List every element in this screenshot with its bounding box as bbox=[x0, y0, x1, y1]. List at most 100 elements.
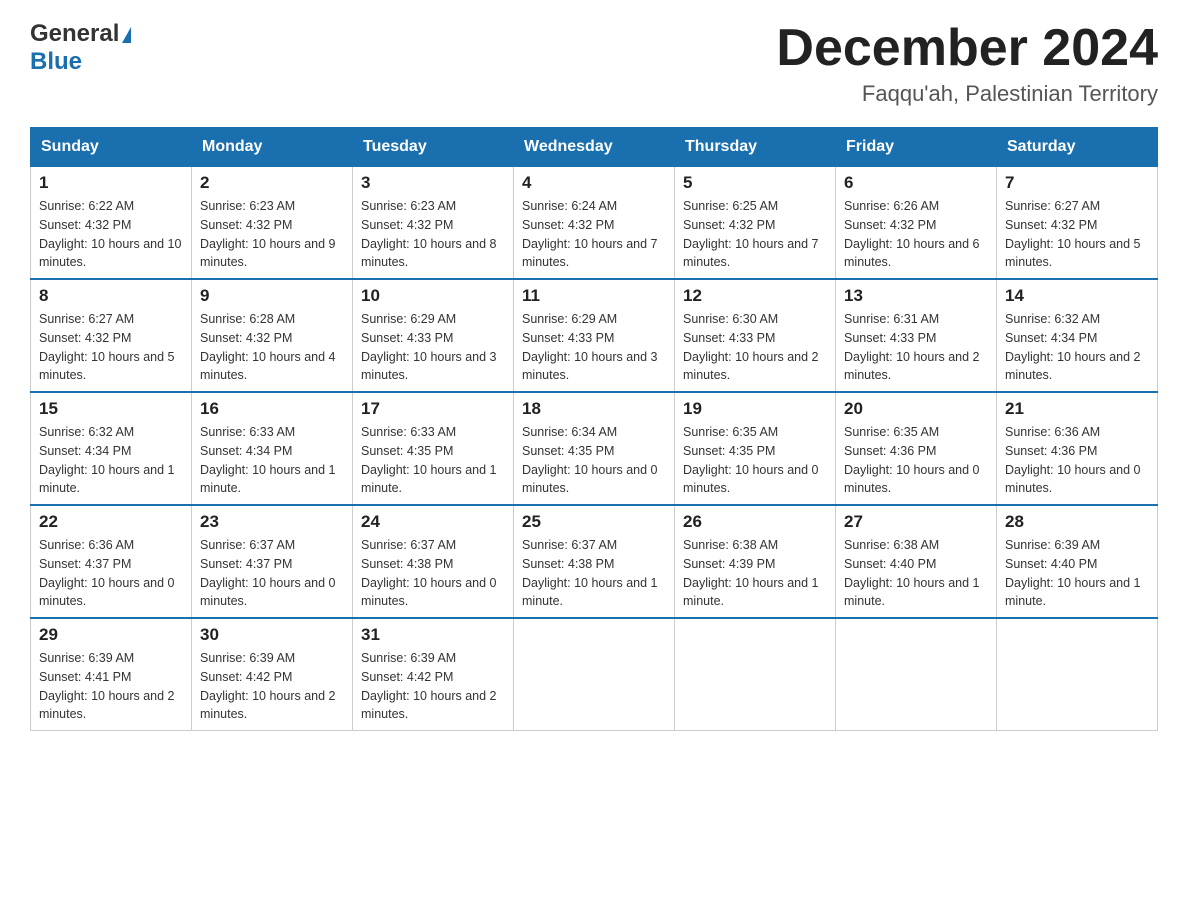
col-tuesday: Tuesday bbox=[353, 128, 514, 167]
day-info: Sunrise: 6:37 AMSunset: 4:37 PMDaylight:… bbox=[200, 536, 344, 611]
table-row: 12 Sunrise: 6:30 AMSunset: 4:33 PMDaylig… bbox=[675, 279, 836, 392]
day-info: Sunrise: 6:37 AMSunset: 4:38 PMDaylight:… bbox=[522, 536, 666, 611]
day-info: Sunrise: 6:26 AMSunset: 4:32 PMDaylight:… bbox=[844, 197, 988, 272]
table-row: 21 Sunrise: 6:36 AMSunset: 4:36 PMDaylig… bbox=[997, 392, 1158, 505]
day-info: Sunrise: 6:29 AMSunset: 4:33 PMDaylight:… bbox=[522, 310, 666, 385]
day-info: Sunrise: 6:36 AMSunset: 4:36 PMDaylight:… bbox=[1005, 423, 1149, 498]
day-number: 18 bbox=[522, 399, 666, 419]
day-number: 10 bbox=[361, 286, 505, 306]
table-row: 3 Sunrise: 6:23 AMSunset: 4:32 PMDayligh… bbox=[353, 167, 514, 280]
table-row: 8 Sunrise: 6:27 AMSunset: 4:32 PMDayligh… bbox=[31, 279, 192, 392]
day-info: Sunrise: 6:38 AMSunset: 4:40 PMDaylight:… bbox=[844, 536, 988, 611]
day-info: Sunrise: 6:33 AMSunset: 4:35 PMDaylight:… bbox=[361, 423, 505, 498]
table-row: 14 Sunrise: 6:32 AMSunset: 4:34 PMDaylig… bbox=[997, 279, 1158, 392]
day-info: Sunrise: 6:27 AMSunset: 4:32 PMDaylight:… bbox=[1005, 197, 1149, 272]
day-number: 30 bbox=[200, 625, 344, 645]
day-number: 12 bbox=[683, 286, 827, 306]
table-row: 4 Sunrise: 6:24 AMSunset: 4:32 PMDayligh… bbox=[514, 167, 675, 280]
col-friday: Friday bbox=[836, 128, 997, 167]
day-number: 6 bbox=[844, 173, 988, 193]
logo-general-text: General bbox=[30, 20, 119, 48]
day-number: 28 bbox=[1005, 512, 1149, 532]
day-number: 31 bbox=[361, 625, 505, 645]
day-number: 29 bbox=[39, 625, 183, 645]
table-row bbox=[997, 618, 1158, 731]
page-header: General Blue December 2024 Faqqu'ah, Pal… bbox=[30, 20, 1158, 107]
day-number: 24 bbox=[361, 512, 505, 532]
day-info: Sunrise: 6:25 AMSunset: 4:32 PMDaylight:… bbox=[683, 197, 827, 272]
day-number: 23 bbox=[200, 512, 344, 532]
day-number: 20 bbox=[844, 399, 988, 419]
col-saturday: Saturday bbox=[997, 128, 1158, 167]
table-row: 11 Sunrise: 6:29 AMSunset: 4:33 PMDaylig… bbox=[514, 279, 675, 392]
calendar-week-row: 1 Sunrise: 6:22 AMSunset: 4:32 PMDayligh… bbox=[31, 167, 1158, 280]
day-info: Sunrise: 6:36 AMSunset: 4:37 PMDaylight:… bbox=[39, 536, 183, 611]
day-number: 11 bbox=[522, 286, 666, 306]
col-wednesday: Wednesday bbox=[514, 128, 675, 167]
day-info: Sunrise: 6:39 AMSunset: 4:42 PMDaylight:… bbox=[361, 649, 505, 724]
day-info: Sunrise: 6:38 AMSunset: 4:39 PMDaylight:… bbox=[683, 536, 827, 611]
location-title: Faqqu'ah, Palestinian Territory bbox=[776, 81, 1158, 107]
day-number: 26 bbox=[683, 512, 827, 532]
day-number: 27 bbox=[844, 512, 988, 532]
day-number: 5 bbox=[683, 173, 827, 193]
day-info: Sunrise: 6:39 AMSunset: 4:41 PMDaylight:… bbox=[39, 649, 183, 724]
day-number: 15 bbox=[39, 399, 183, 419]
month-title: December 2024 bbox=[776, 20, 1158, 77]
day-info: Sunrise: 6:39 AMSunset: 4:42 PMDaylight:… bbox=[200, 649, 344, 724]
day-number: 17 bbox=[361, 399, 505, 419]
day-info: Sunrise: 6:31 AMSunset: 4:33 PMDaylight:… bbox=[844, 310, 988, 385]
title-area: December 2024 Faqqu'ah, Palestinian Terr… bbox=[776, 20, 1158, 107]
day-info: Sunrise: 6:29 AMSunset: 4:33 PMDaylight:… bbox=[361, 310, 505, 385]
logo: General Blue bbox=[30, 20, 131, 76]
day-info: Sunrise: 6:28 AMSunset: 4:32 PMDaylight:… bbox=[200, 310, 344, 385]
table-row: 18 Sunrise: 6:34 AMSunset: 4:35 PMDaylig… bbox=[514, 392, 675, 505]
day-number: 2 bbox=[200, 173, 344, 193]
day-info: Sunrise: 6:34 AMSunset: 4:35 PMDaylight:… bbox=[522, 423, 666, 498]
table-row: 2 Sunrise: 6:23 AMSunset: 4:32 PMDayligh… bbox=[192, 167, 353, 280]
day-info: Sunrise: 6:27 AMSunset: 4:32 PMDaylight:… bbox=[39, 310, 183, 385]
table-row: 20 Sunrise: 6:35 AMSunset: 4:36 PMDaylig… bbox=[836, 392, 997, 505]
table-row: 6 Sunrise: 6:26 AMSunset: 4:32 PMDayligh… bbox=[836, 167, 997, 280]
table-row: 23 Sunrise: 6:37 AMSunset: 4:37 PMDaylig… bbox=[192, 505, 353, 618]
table-row: 5 Sunrise: 6:25 AMSunset: 4:32 PMDayligh… bbox=[675, 167, 836, 280]
day-info: Sunrise: 6:24 AMSunset: 4:32 PMDaylight:… bbox=[522, 197, 666, 272]
col-monday: Monday bbox=[192, 128, 353, 167]
day-number: 1 bbox=[39, 173, 183, 193]
day-info: Sunrise: 6:23 AMSunset: 4:32 PMDaylight:… bbox=[200, 197, 344, 272]
table-row: 7 Sunrise: 6:27 AMSunset: 4:32 PMDayligh… bbox=[997, 167, 1158, 280]
day-number: 21 bbox=[1005, 399, 1149, 419]
table-row: 31 Sunrise: 6:39 AMSunset: 4:42 PMDaylig… bbox=[353, 618, 514, 731]
table-row: 15 Sunrise: 6:32 AMSunset: 4:34 PMDaylig… bbox=[31, 392, 192, 505]
day-info: Sunrise: 6:30 AMSunset: 4:33 PMDaylight:… bbox=[683, 310, 827, 385]
day-info: Sunrise: 6:37 AMSunset: 4:38 PMDaylight:… bbox=[361, 536, 505, 611]
col-sunday: Sunday bbox=[31, 128, 192, 167]
table-row bbox=[675, 618, 836, 731]
day-number: 9 bbox=[200, 286, 344, 306]
col-thursday: Thursday bbox=[675, 128, 836, 167]
calendar-header-row: Sunday Monday Tuesday Wednesday Thursday… bbox=[31, 128, 1158, 167]
table-row: 19 Sunrise: 6:35 AMSunset: 4:35 PMDaylig… bbox=[675, 392, 836, 505]
table-row: 26 Sunrise: 6:38 AMSunset: 4:39 PMDaylig… bbox=[675, 505, 836, 618]
day-number: 22 bbox=[39, 512, 183, 532]
calendar-week-row: 8 Sunrise: 6:27 AMSunset: 4:32 PMDayligh… bbox=[31, 279, 1158, 392]
day-info: Sunrise: 6:35 AMSunset: 4:35 PMDaylight:… bbox=[683, 423, 827, 498]
day-number: 19 bbox=[683, 399, 827, 419]
day-number: 8 bbox=[39, 286, 183, 306]
logo-triangle-icon bbox=[122, 27, 131, 43]
day-info: Sunrise: 6:23 AMSunset: 4:32 PMDaylight:… bbox=[361, 197, 505, 272]
table-row: 1 Sunrise: 6:22 AMSunset: 4:32 PMDayligh… bbox=[31, 167, 192, 280]
logo-blue-text: Blue bbox=[30, 48, 82, 76]
table-row: 22 Sunrise: 6:36 AMSunset: 4:37 PMDaylig… bbox=[31, 505, 192, 618]
table-row: 29 Sunrise: 6:39 AMSunset: 4:41 PMDaylig… bbox=[31, 618, 192, 731]
day-number: 4 bbox=[522, 173, 666, 193]
day-info: Sunrise: 6:39 AMSunset: 4:40 PMDaylight:… bbox=[1005, 536, 1149, 611]
table-row: 10 Sunrise: 6:29 AMSunset: 4:33 PMDaylig… bbox=[353, 279, 514, 392]
table-row: 9 Sunrise: 6:28 AMSunset: 4:32 PMDayligh… bbox=[192, 279, 353, 392]
table-row: 30 Sunrise: 6:39 AMSunset: 4:42 PMDaylig… bbox=[192, 618, 353, 731]
table-row bbox=[836, 618, 997, 731]
day-number: 14 bbox=[1005, 286, 1149, 306]
day-number: 13 bbox=[844, 286, 988, 306]
table-row: 25 Sunrise: 6:37 AMSunset: 4:38 PMDaylig… bbox=[514, 505, 675, 618]
calendar-week-row: 29 Sunrise: 6:39 AMSunset: 4:41 PMDaylig… bbox=[31, 618, 1158, 731]
